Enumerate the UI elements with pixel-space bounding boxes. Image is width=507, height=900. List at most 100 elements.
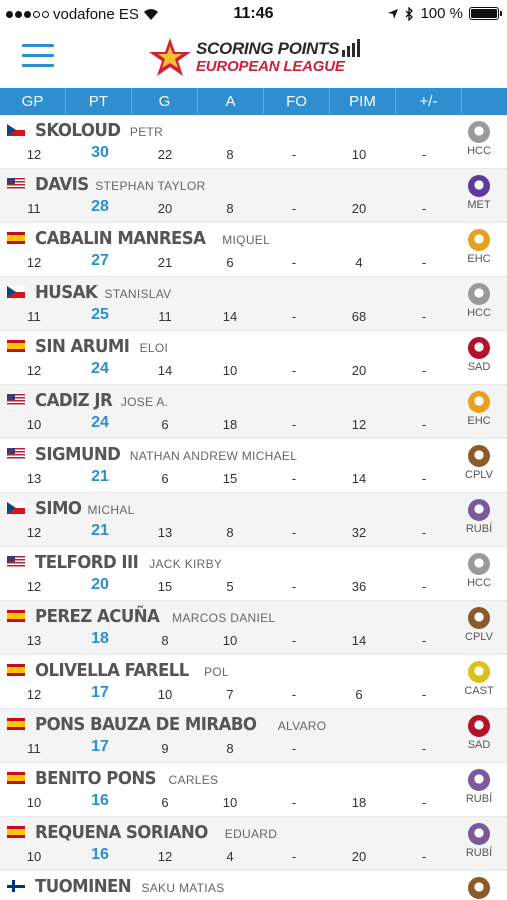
player-first-name: NATHAN ANDREW MICHAEL xyxy=(129,449,298,463)
team-info[interactable]: CAST xyxy=(461,661,497,697)
player-row[interactable]: TELFORD III JACK KIRBY 12 20 15 5 - 36 - HCC xyxy=(0,547,507,601)
team-info[interactable]: SAD xyxy=(461,337,497,373)
player-first-name: POL xyxy=(204,665,230,679)
team-info[interactable]: HCC xyxy=(461,553,497,589)
player-row[interactable]: SIN ARUMI ELOI 12 24 14 10 - 20 - SAD xyxy=(0,331,507,385)
team-logo-icon xyxy=(468,877,490,899)
stat-pm: - xyxy=(421,255,427,270)
column-gp[interactable]: GP xyxy=(0,88,66,115)
player-first-name: MICHAL xyxy=(87,503,135,517)
stat-gp: 12 xyxy=(26,579,42,594)
stat-pim: 6 xyxy=(355,687,363,702)
logo-subtitle: EUROPEAN LEAGUE xyxy=(196,58,345,75)
stat-gp: 12 xyxy=(26,525,42,540)
player-row[interactable]: CABALIN MANRESA MIQUEL 12 27 21 6 - 4 - EHC xyxy=(0,223,507,277)
player-row[interactable]: DAVIS STEPHAN TAYLOR 11 28 20 8 - 20 - MET xyxy=(0,169,507,223)
team-info[interactable] xyxy=(461,877,497,900)
column-a[interactable]: A xyxy=(198,88,264,115)
team-info[interactable]: RUBÍ xyxy=(461,823,497,859)
stat-g: 22 xyxy=(157,147,173,162)
stat-pm: - xyxy=(421,309,427,324)
player-row[interactable]: SIMO MICHAL 12 21 13 8 - 32 - RUBÍ xyxy=(0,493,507,547)
flag-cz-icon xyxy=(7,124,25,136)
team-name: RUBÍ xyxy=(465,847,493,859)
team-info[interactable]: CPLV xyxy=(461,607,497,643)
stat-g: 21 xyxy=(157,255,173,270)
team-info[interactable]: HCC xyxy=(461,121,497,157)
team-name: CAST xyxy=(464,685,494,697)
team-logo-icon xyxy=(468,769,490,791)
player-row[interactable]: PONS BAUZA DE MIRABO ALVARO 11 17 9 8 - - SAD xyxy=(0,709,507,763)
stat-a: 14 xyxy=(222,309,238,324)
player-last-name: SIGMUND xyxy=(35,444,121,465)
flag-us-icon xyxy=(7,394,25,406)
hamburger-menu-button[interactable] xyxy=(22,44,54,68)
team-info[interactable]: HCC xyxy=(461,283,497,319)
bluetooth-icon xyxy=(405,6,414,21)
team-info[interactable]: RUBÍ xyxy=(461,499,497,535)
stats-column-header: GP PT G A FO PIM +/- xyxy=(0,88,507,115)
player-row[interactable]: SKOLOUD PETR 12 30 22 8 - 10 - HCC xyxy=(0,115,507,169)
column-fo[interactable]: FO xyxy=(264,88,330,115)
team-logo-icon xyxy=(468,283,490,305)
flag-cz-icon xyxy=(7,286,25,298)
team-name: EHC xyxy=(467,253,491,265)
stat-g: 14 xyxy=(157,363,173,378)
column-plus-minus[interactable]: +/- xyxy=(396,88,462,115)
team-info[interactable]: EHC xyxy=(461,391,497,427)
stat-g: 13 xyxy=(157,525,173,540)
stat-pt: 16 xyxy=(91,846,109,863)
logo-title: SCORING POINTS xyxy=(196,39,340,58)
player-list: SKOLOUD PETR 12 30 22 8 - 10 - HCC DAVIS STEPHAN TA… xyxy=(0,115,507,900)
stat-pim: 12 xyxy=(351,417,367,432)
player-first-name: STANISLAV xyxy=(104,287,172,301)
stat-g: 6 xyxy=(161,471,169,486)
team-info[interactable]: SAD xyxy=(461,715,497,751)
player-last-name: SIN ARUMI xyxy=(35,336,130,357)
team-info[interactable]: CPLV xyxy=(461,445,497,481)
player-name: BENITO PONS CARLES xyxy=(35,768,218,789)
player-row[interactable]: TUOMINEN SAKU MATIAS xyxy=(0,871,507,900)
player-name: CADIZ JR JOSE A. xyxy=(35,390,168,411)
team-info[interactable]: RUBÍ xyxy=(461,769,497,805)
stat-pt: 27 xyxy=(91,252,109,269)
team-logo-icon xyxy=(468,445,490,467)
player-row[interactable]: OLIVELLA FARELL POL 12 17 10 7 - 6 - CAST xyxy=(0,655,507,709)
player-row[interactable]: HUSAK STANISLAV 11 25 11 14 - 68 - HCC xyxy=(0,277,507,331)
player-row[interactable]: REQUENA SORIANO EDUARD 10 16 12 4 - 20 - RUBÍ xyxy=(0,817,507,871)
stat-a: 8 xyxy=(226,147,234,162)
player-name: REQUENA SORIANO EDUARD xyxy=(35,822,277,843)
player-row[interactable]: PEREZ ACUÑA MARCOS DANIEL 13 18 8 10 - 14 - CPLV xyxy=(0,601,507,655)
stat-pt: 25 xyxy=(91,306,109,323)
stat-pt: 21 xyxy=(91,468,109,485)
player-first-name: STEPHAN TAYLOR xyxy=(95,179,206,193)
stat-pim: 20 xyxy=(351,849,367,864)
stat-pm: - xyxy=(421,741,427,756)
stat-a: 15 xyxy=(222,471,238,486)
stat-a: 8 xyxy=(226,201,234,216)
player-first-name: ALVARO xyxy=(277,719,327,733)
flag-cz-icon xyxy=(7,502,25,514)
player-row[interactable]: CADIZ JR JOSE A. 10 24 6 18 - 12 - EHC xyxy=(0,385,507,439)
player-first-name: SAKU MATIAS xyxy=(141,881,225,895)
player-last-name: TUOMINEN xyxy=(35,876,132,897)
stat-g: 11 xyxy=(158,309,172,324)
player-last-name: OLIVELLA FARELL xyxy=(35,660,189,681)
flag-es-icon xyxy=(7,772,25,784)
battery-percent: 100 % xyxy=(420,5,463,22)
player-row[interactable]: SIGMUND NATHAN ANDREW MICHAEL 13 21 6 15 - 14 - C… xyxy=(0,439,507,493)
stat-fo: - xyxy=(291,147,297,162)
stat-g: 20 xyxy=(157,201,173,216)
team-logo-icon xyxy=(468,229,490,251)
player-row[interactable]: BENITO PONS CARLES 10 16 6 10-18- RUBÍ xyxy=(0,763,507,817)
stat-pim: 68 xyxy=(351,309,367,324)
stat-gp: 13 xyxy=(26,633,42,648)
column-pt[interactable]: PT xyxy=(66,88,132,115)
team-logo-icon xyxy=(468,121,490,143)
team-info[interactable]: MET xyxy=(461,175,497,211)
column-pim[interactable]: PIM xyxy=(330,88,396,115)
team-info[interactable]: EHC xyxy=(461,229,497,265)
stat-pt: 24 xyxy=(91,414,109,431)
column-g[interactable]: G xyxy=(132,88,198,115)
player-first-name: PETR xyxy=(129,125,164,139)
